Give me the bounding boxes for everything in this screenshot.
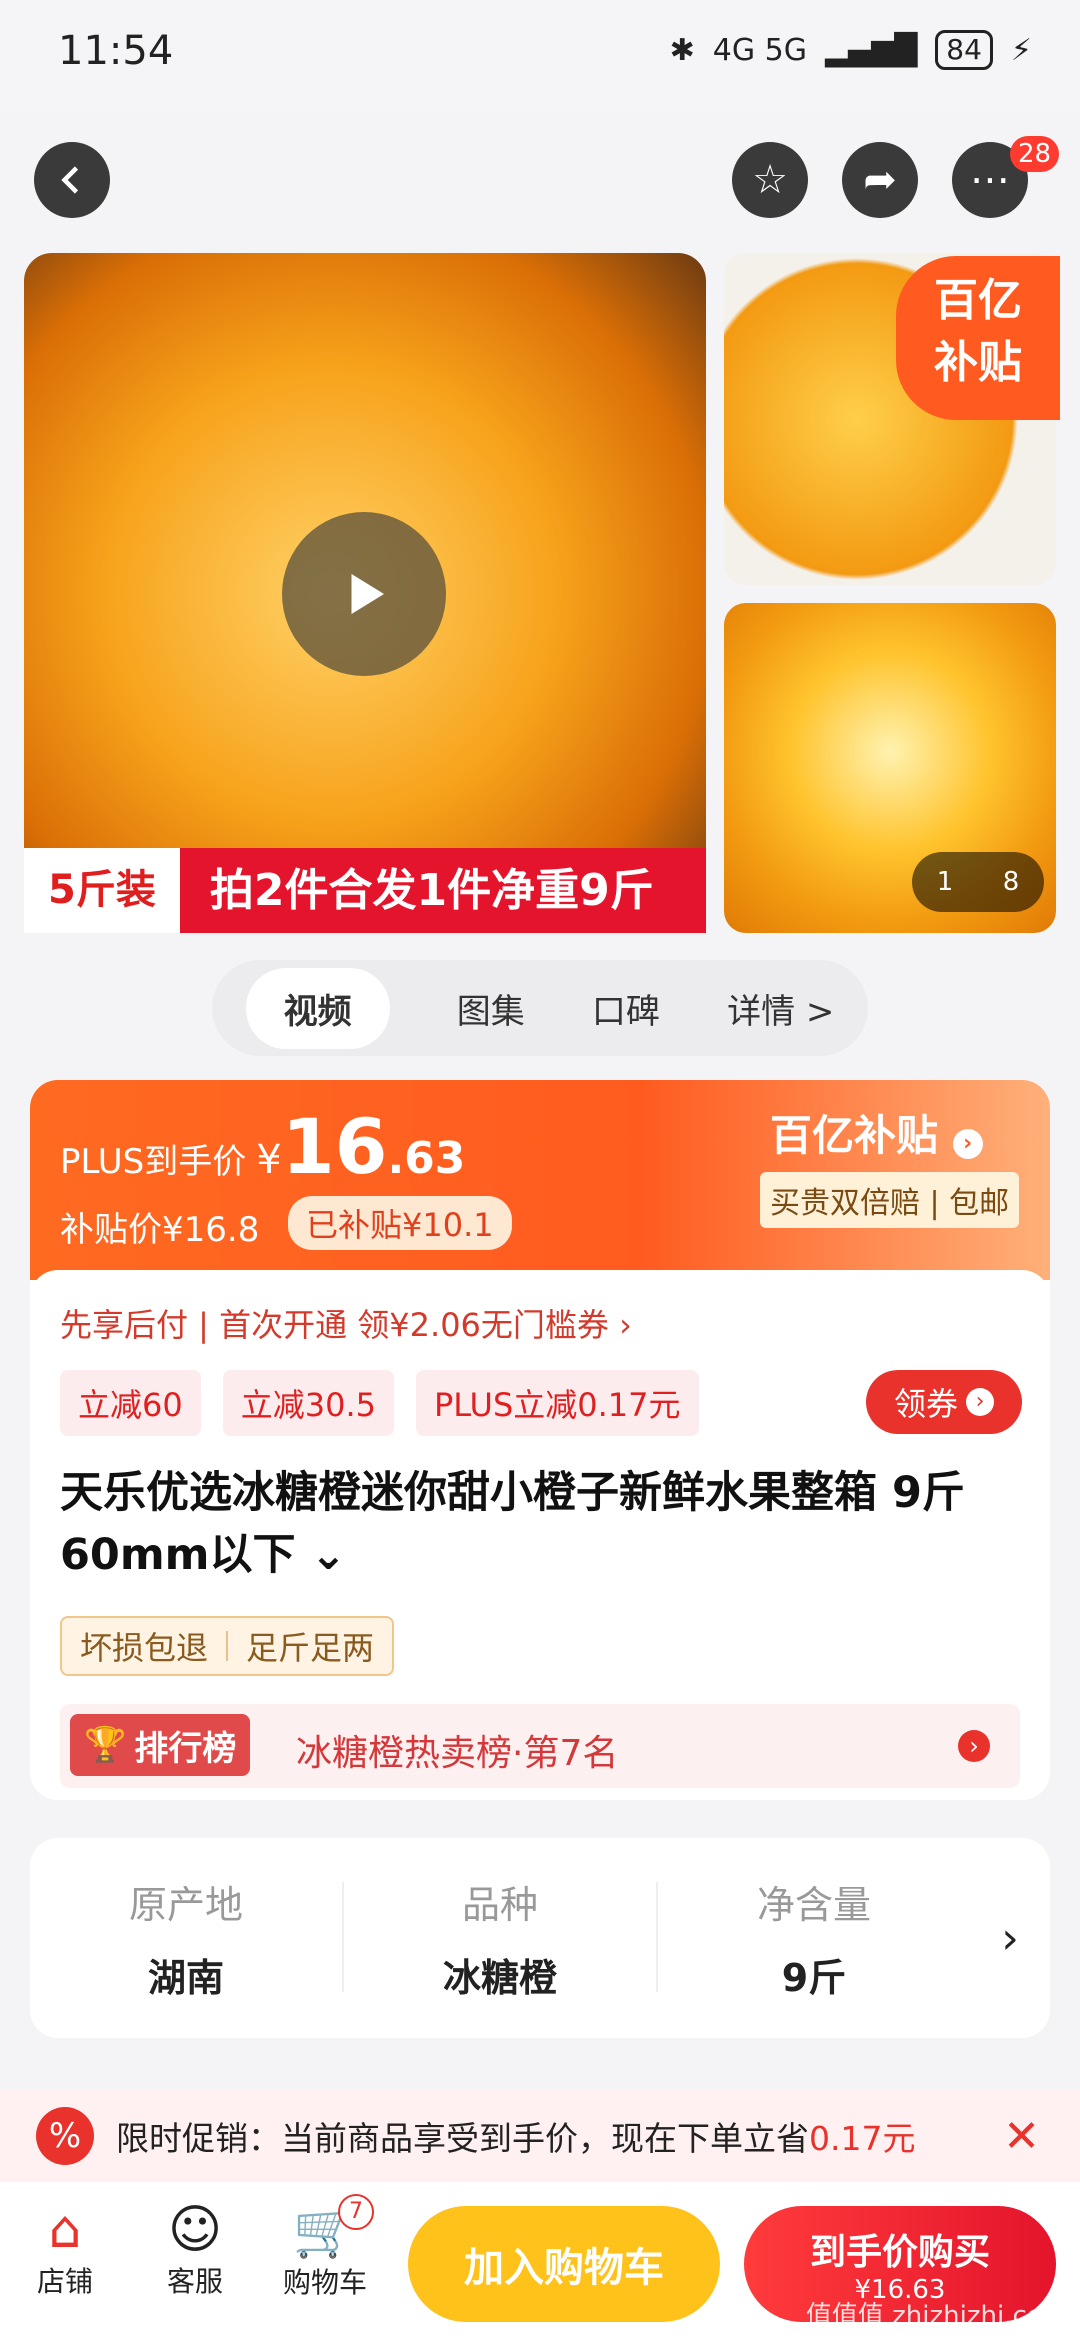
coupon-row: 立减60 立减30.5 PLUS立减0.17元 — [60, 1370, 699, 1436]
signal-icon: ▂▄▆█ — [824, 32, 918, 68]
tab-details[interactable]: 详情 > — [727, 984, 834, 1033]
coupon-chip[interactable]: 立减60 — [60, 1370, 201, 1436]
back-button[interactable] — [34, 142, 110, 218]
tab-reviews[interactable]: 口碑 — [592, 984, 660, 1033]
gallery-pager: 1 8 — [912, 852, 1044, 912]
share-icon: ➦ — [863, 157, 897, 203]
notice-amount: 0.17元 — [809, 2119, 916, 2158]
guarantee-label: 买贵双倍赔 | 包邮 — [760, 1172, 1020, 1228]
watermark: 值值值 zhizhizhi.com — [805, 2301, 1068, 2331]
share-button[interactable]: ➦ — [842, 142, 918, 218]
star-icon: ☆ — [752, 157, 788, 203]
network-label: 4G 5G — [712, 32, 807, 68]
ranking-tag: 🏆 排行榜 — [70, 1714, 251, 1776]
add-to-cart-button[interactable]: 加入购物车 — [408, 2206, 720, 2322]
service-tags: 坏损包退 足斤足两 — [60, 1616, 395, 1676]
coupon-chip[interactable]: PLUS立减0.17元 — [416, 1370, 699, 1436]
notification-badge: 28 — [1010, 136, 1060, 172]
chevron-right-icon: › — [1001, 1912, 1019, 1964]
chat-icon: ☺ — [167, 2200, 223, 2260]
promo-notice: % 限时促销：当前商品享受到手价，现在下单立省 0.17元 ✕ — [0, 2090, 1080, 2182]
status-time: 11:54 — [58, 28, 174, 74]
trophy-icon: 🏆 — [84, 1725, 127, 1765]
promo-pack-size: 5斤装 — [24, 848, 180, 933]
subsidized-badge: 已补贴¥10.1 — [288, 1196, 512, 1250]
chevron-right-icon: › — [958, 1730, 990, 1762]
chevron-right-icon: › — [966, 1388, 994, 1416]
spec-weight: 净含量 9斤 — [756, 1883, 871, 2000]
status-icons: ✱ 4G 5G ▂▄▆█ 84 ⚡ — [670, 30, 1032, 70]
plus-price: PLUS到手价 ¥ 16 .63 — [60, 1102, 466, 1191]
shop-button[interactable]: ⌂ 店铺 — [10, 2200, 120, 2300]
ranking-bar[interactable]: 🏆 排行榜 冰糖橙热卖榜·第7名 › — [60, 1704, 1020, 1788]
spec-card[interactable]: 原产地 湖南 品种 冰糖橙 净含量 9斤 › — [30, 1838, 1050, 2038]
price-header: PLUS到手价 ¥ 16 .63 补贴价¥16.8 已补贴¥10.1 百亿补贴 … — [30, 1080, 1050, 1280]
ranking-text: 冰糖橙热卖榜·第7名 — [296, 1733, 619, 1774]
shop-icon: ⌂ — [48, 2200, 82, 2260]
chevron-left-icon — [61, 166, 79, 194]
chevron-right-icon: › — [952, 1129, 983, 1159]
more-icon: ⋯ — [970, 157, 1010, 203]
percent-icon: % — [36, 2107, 94, 2165]
price-card: PLUS到手价 ¥ 16 .63 补贴价¥16.8 已补贴¥10.1 百亿补贴 … — [30, 1080, 1050, 1800]
subsidy-price: 补贴价¥16.8 — [60, 1210, 260, 1250]
charging-icon: ⚡ — [1010, 32, 1032, 68]
notice-text: 限时促销：当前商品享受到手价，现在下单立省 — [116, 2119, 809, 2158]
status-bar: 11:54 ✱ 4G 5G ▂▄▆█ 84 ⚡ — [0, 0, 1080, 110]
service-tag: 足斤足两 — [246, 1629, 375, 1667]
credit-offer[interactable]: 先享后付 | 首次开通 领¥2.06无门槛券 › — [60, 1300, 632, 1346]
promo-offer: 拍2件合发1件净重9斤 — [179, 848, 706, 933]
promo-strip: 5斤装 拍2件合发1件净重9斤 — [24, 848, 706, 933]
battery-indicator: 84 — [935, 30, 993, 70]
service-tag: 坏损包退 — [80, 1629, 209, 1667]
media-tabs: 视频 图集 口碑 详情 > — [212, 960, 868, 1056]
tab-gallery[interactable]: 图集 — [457, 984, 525, 1033]
play-button[interactable] — [282, 512, 446, 676]
close-icon[interactable]: ✕ — [1003, 2111, 1040, 2162]
get-coupon-button[interactable]: 领券 › — [866, 1370, 1022, 1434]
coupon-chip[interactable]: 立减30.5 — [222, 1370, 394, 1436]
bluetooth-icon: ✱ — [669, 32, 695, 68]
product-title[interactable]: 天乐优选冰糖橙迷你甜小橙子新鲜水果整箱 9斤60mm以下 ⌄ — [60, 1462, 1030, 1586]
spec-origin: 原产地 湖南 — [128, 1883, 243, 2000]
customer-service-button[interactable]: ☺ 客服 — [140, 2200, 250, 2300]
tab-video[interactable]: 视频 — [245, 967, 390, 1049]
subsidy-logo[interactable]: 百亿补贴 › — [770, 1102, 983, 1163]
cart-count-badge: 7 — [338, 2194, 374, 2230]
play-icon — [351, 574, 384, 614]
spec-variety: 品种 冰糖橙 — [442, 1883, 557, 2000]
favorite-button[interactable]: ☆ — [732, 142, 808, 218]
subsidy-badge: 百亿 补贴 — [896, 256, 1060, 420]
